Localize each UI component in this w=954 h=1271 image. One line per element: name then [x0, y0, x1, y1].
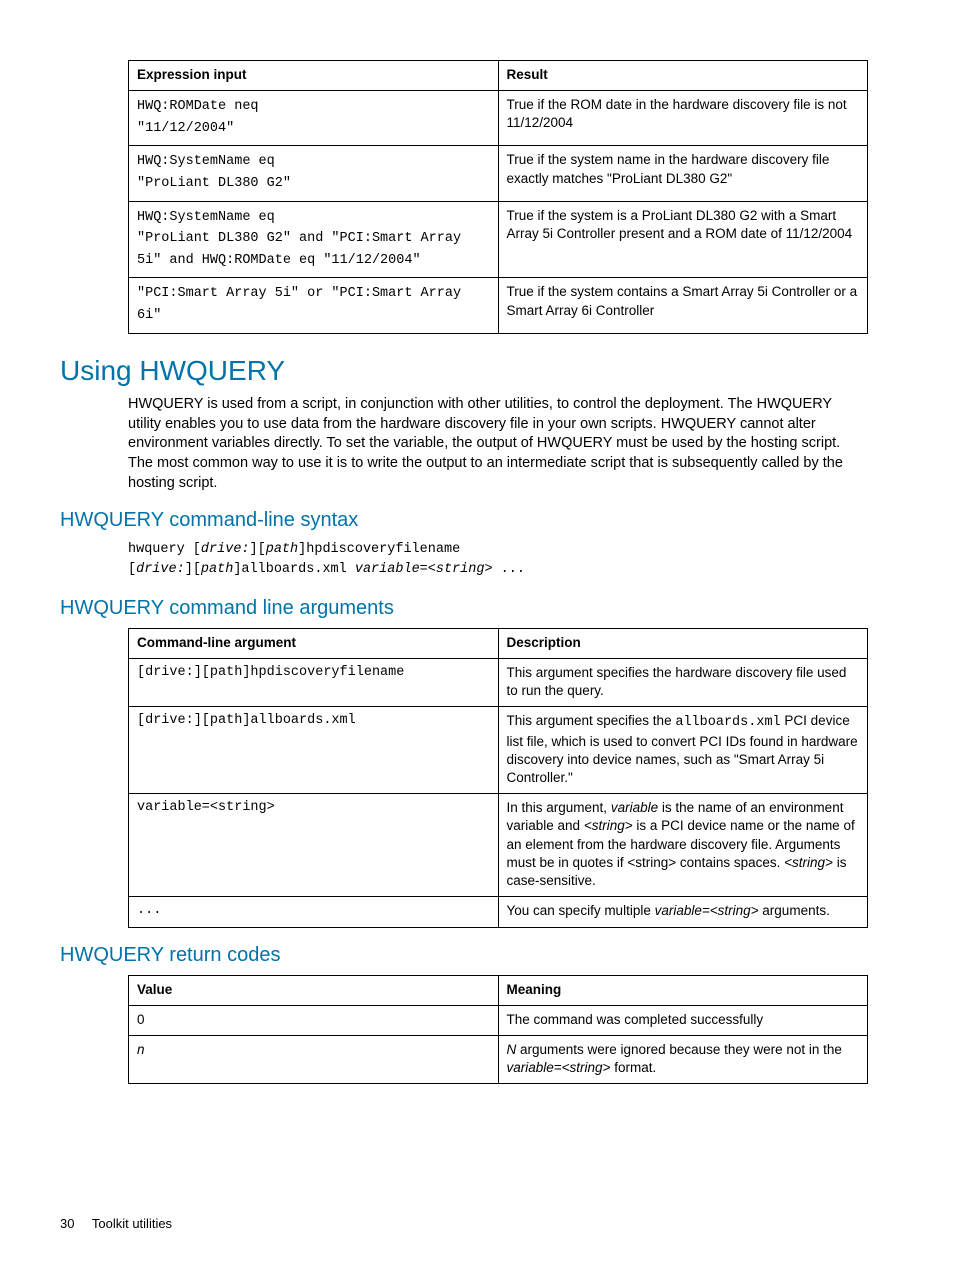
arg-cell: [drive:][path]allboards.xml: [129, 707, 499, 794]
h1-using-hwquery: Using HWQUERY: [60, 352, 874, 390]
syntax-block: hwquery [drive:][path]hpdiscoveryfilenam…: [128, 540, 868, 581]
meaning-cell: The command was completed successfully: [498, 1005, 868, 1035]
expr-result-cell: True if the system is a ProLiant DL380 G…: [498, 201, 868, 278]
expr-input-cell: HWQ:SystemName eq"ProLiant DL380 G2": [129, 146, 499, 201]
th-expr-result: Result: [498, 61, 868, 91]
expr-result-cell: True if the system name in the hardware …: [498, 146, 868, 201]
table-row: variable=<string>In this argument, varia…: [129, 794, 868, 897]
value-cell: 0: [129, 1005, 499, 1035]
arg-cell: ...: [129, 897, 499, 927]
args-table: Command-line argument Description [drive…: [128, 628, 868, 928]
footer-section: Toolkit utilities: [92, 1216, 172, 1231]
h2-ret: HWQUERY return codes: [60, 942, 874, 969]
th-meaning: Meaning: [498, 975, 868, 1005]
expr-input-cell: "PCI:Smart Array 5i" or "PCI:Smart Array…: [129, 278, 499, 333]
desc-cell: This argument specifies the hardware dis…: [498, 658, 868, 706]
table-row: [drive:][path]hpdiscoveryfilenameThis ar…: [129, 658, 868, 706]
th-desc: Description: [498, 628, 868, 658]
table-row: HWQ:ROMDate neq"11/12/2004"True if the R…: [129, 91, 868, 146]
th-arg: Command-line argument: [129, 628, 499, 658]
expression-table: Expression input Result HWQ:ROMDate neq"…: [128, 60, 868, 334]
arg-cell: [drive:][path]hpdiscoveryfilename: [129, 658, 499, 706]
table-row: ...You can specify multiple variable=<st…: [129, 897, 868, 927]
value-cell: n: [129, 1035, 499, 1083]
intro-paragraph: HWQUERY is used from a script, in conjun…: [128, 395, 868, 493]
page-number: 30: [60, 1216, 74, 1231]
expr-result-cell: True if the ROM date in the hardware dis…: [498, 91, 868, 146]
table-row: HWQ:SystemName eq"ProLiant DL380 G2" and…: [129, 201, 868, 278]
desc-cell: You can specify multiple variable=<strin…: [498, 897, 868, 927]
meaning-cell: N arguments were ignored because they we…: [498, 1035, 868, 1083]
expr-result-cell: True if the system contains a Smart Arra…: [498, 278, 868, 333]
th-expr-input: Expression input: [129, 61, 499, 91]
h2-args: HWQUERY command line arguments: [60, 595, 874, 622]
table-row: HWQ:SystemName eq"ProLiant DL380 G2"True…: [129, 146, 868, 201]
page-footer: 30 Toolkit utilities: [60, 1215, 172, 1233]
table-row: "PCI:Smart Array 5i" or "PCI:Smart Array…: [129, 278, 868, 333]
expr-input-cell: HWQ:SystemName eq"ProLiant DL380 G2" and…: [129, 201, 499, 278]
return-codes-table: Value Meaning 0The command was completed…: [128, 975, 868, 1085]
th-value: Value: [129, 975, 499, 1005]
arg-cell: variable=<string>: [129, 794, 499, 897]
table-row: [drive:][path]allboards.xmlThis argument…: [129, 707, 868, 794]
table-row: nN arguments were ignored because they w…: [129, 1035, 868, 1083]
desc-cell: This argument specifies the allboards.xm…: [498, 707, 868, 794]
desc-cell: In this argument, variable is the name o…: [498, 794, 868, 897]
table-row: 0The command was completed successfully: [129, 1005, 868, 1035]
h2-syntax: HWQUERY command-line syntax: [60, 507, 874, 534]
expr-input-cell: HWQ:ROMDate neq"11/12/2004": [129, 91, 499, 146]
